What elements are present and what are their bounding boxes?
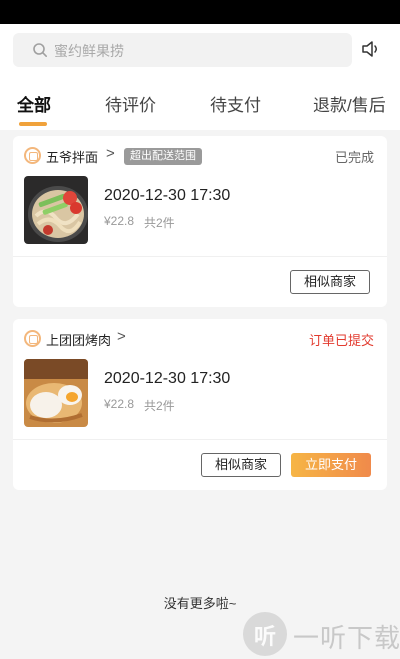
speaker-icon[interactable]: [360, 38, 382, 60]
order-price: ¥22.8: [104, 214, 135, 228]
food-thumbnail-bread[interactable]: [24, 359, 88, 427]
search-icon: [33, 43, 47, 57]
order-time: 2020-12-30 17:30: [104, 370, 231, 387]
header: 蜜约鲜果捞: [0, 24, 400, 74]
shop-icon: [24, 330, 41, 347]
search-input[interactable]: 蜜约鲜果捞: [13, 33, 352, 67]
order-item-count: 共2件: [144, 399, 175, 413]
tab-to-review[interactable]: 待评价: [105, 91, 156, 116]
order-card[interactable]: 上团团烤肉 > 订单已提交 2020-12-30 17:30 ¥22.8 共2件…: [13, 319, 387, 490]
shop-icon: [24, 147, 41, 164]
similar-merchants-button[interactable]: 相似商家: [201, 453, 281, 477]
card-divider: [13, 439, 387, 440]
order-status: 已完成: [334, 150, 374, 165]
order-status: 订单已提交: [308, 333, 374, 348]
watermark: 听 一听下载: [243, 612, 400, 656]
tab-all[interactable]: 全部: [17, 91, 51, 116]
order-tabs: 全部 待评价 待支付 退款/售后: [0, 74, 400, 130]
tab-to-pay[interactable]: 待支付: [210, 91, 261, 116]
active-tab-indicator: [19, 122, 47, 126]
order-price: ¥22.8: [104, 397, 135, 411]
similar-merchants-button[interactable]: 相似商家: [290, 270, 370, 294]
order-item-count: 共2件: [144, 216, 175, 230]
no-more-text: 没有更多啦~: [163, 596, 237, 611]
shop-name[interactable]: 五爷拌面: [46, 147, 98, 166]
chevron-right-icon[interactable]: >: [117, 328, 126, 345]
tab-refund[interactable]: 退款/售后: [313, 91, 386, 116]
delivery-range-badge: 超出配送范围: [124, 148, 202, 165]
card-divider: [13, 256, 387, 257]
watermark-logo-icon: 听: [243, 612, 287, 656]
status-bar: [0, 0, 400, 24]
watermark-text: 一听下载: [293, 623, 400, 653]
pay-now-button[interactable]: 立即支付: [291, 453, 371, 477]
chevron-right-icon[interactable]: >: [106, 145, 115, 162]
order-time: 2020-12-30 17:30: [104, 187, 231, 204]
search-placeholder: 蜜约鲜果捞: [54, 43, 124, 59]
order-card[interactable]: 五爷拌面 > 超出配送范围 已完成 2020-12-30 17:30 ¥22.8…: [13, 136, 387, 307]
shop-name[interactable]: 上团团烤肉: [46, 330, 111, 349]
food-thumbnail-noodles[interactable]: [24, 176, 88, 244]
